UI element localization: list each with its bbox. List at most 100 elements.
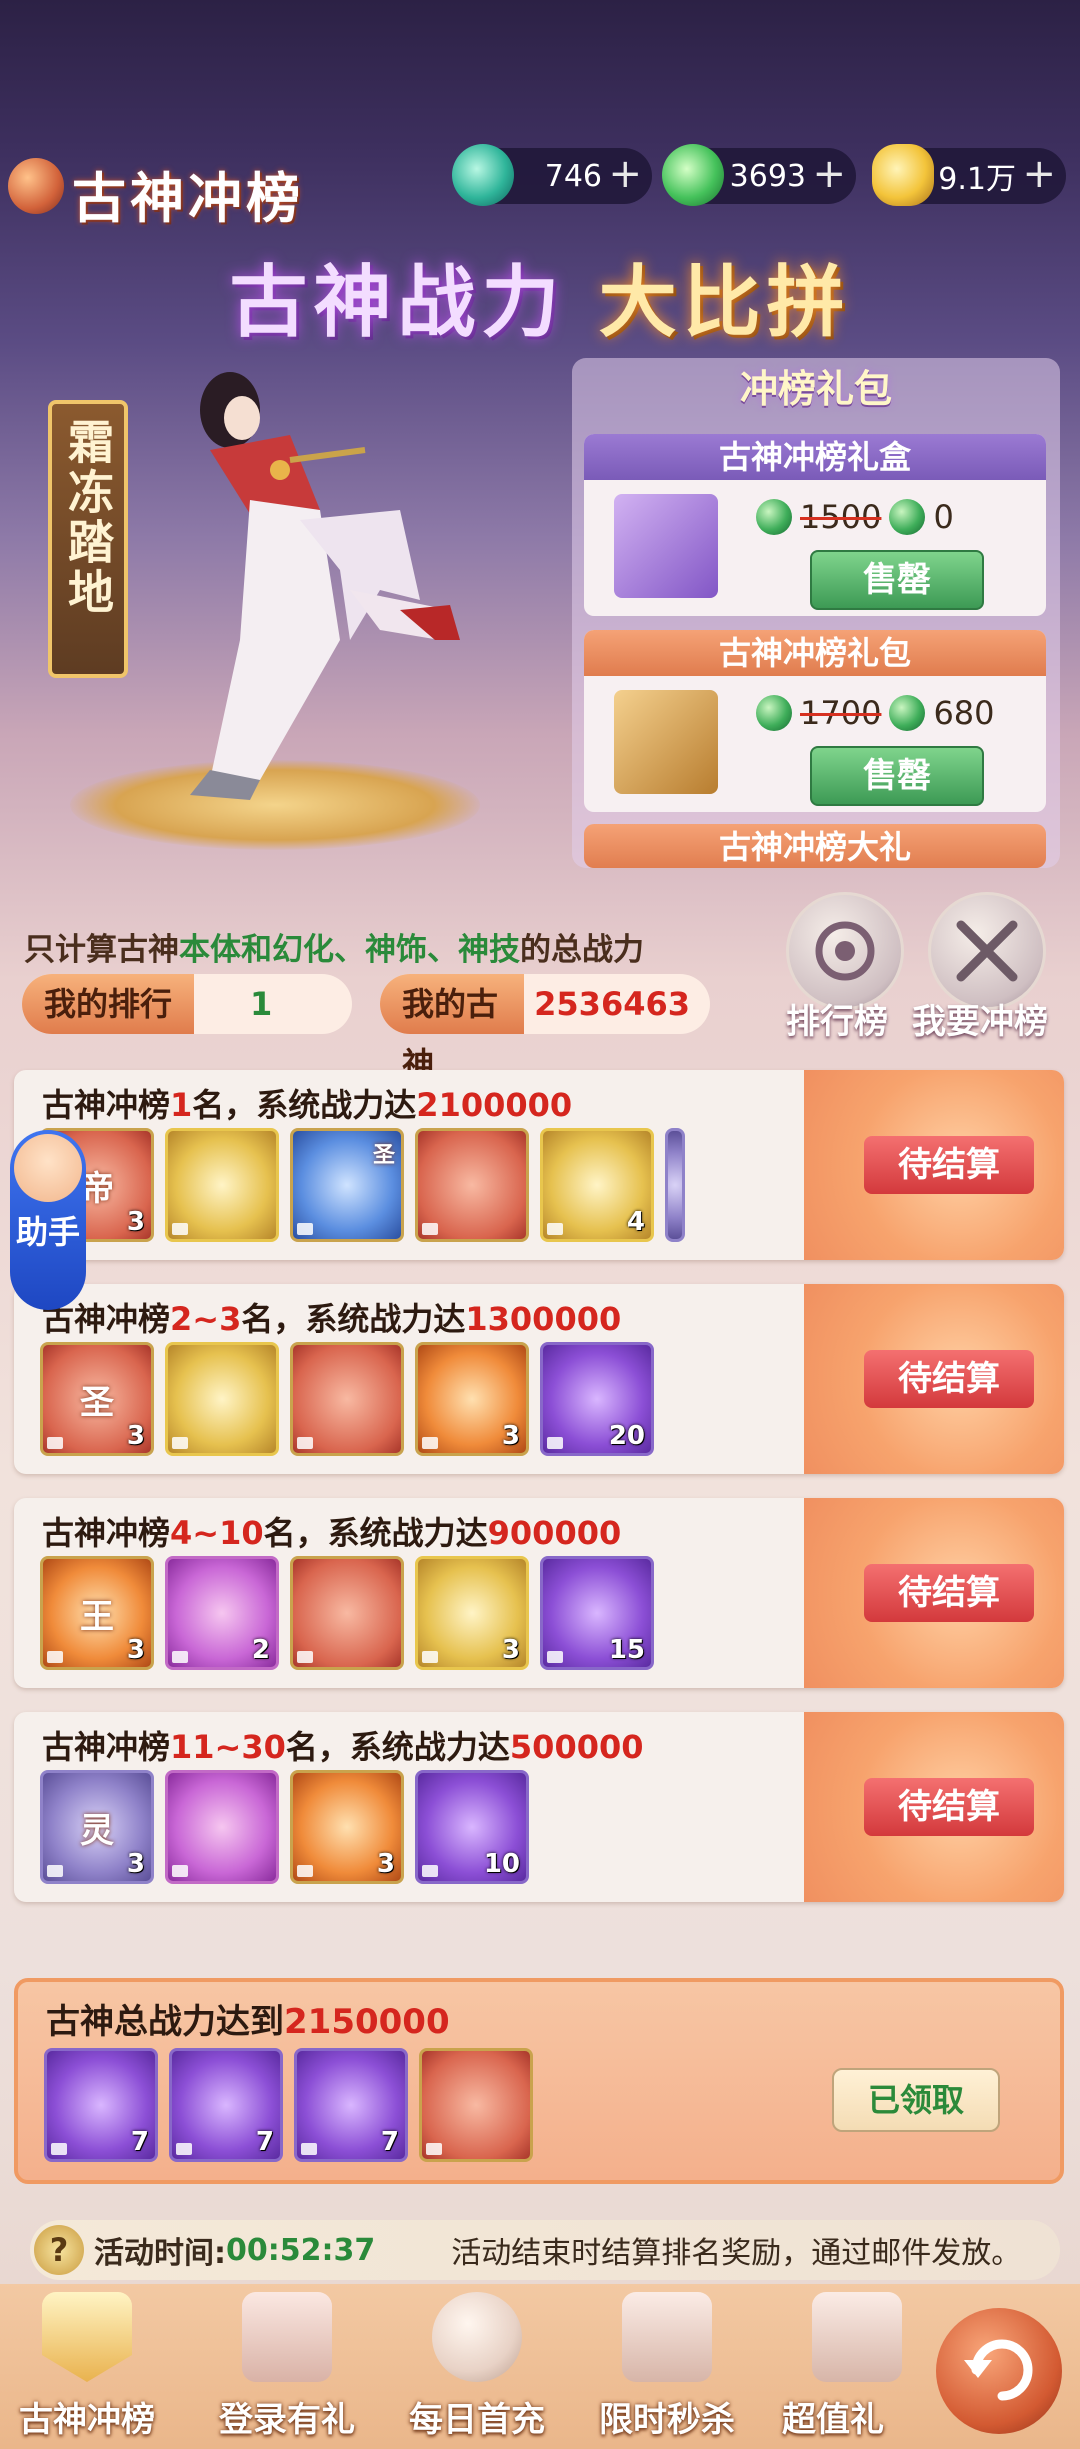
old-price: 1700 xyxy=(800,694,882,732)
rank-range: 2~3 xyxy=(170,1300,242,1338)
chest-icon xyxy=(622,2292,712,2382)
gift-box-icon xyxy=(614,494,718,598)
activity-logo: 古神冲榜 xyxy=(0,140,320,230)
reward-item[interactable] xyxy=(290,1342,404,1456)
rank-range: 1 xyxy=(170,1086,193,1124)
reward-items: 帝3 圣 4 xyxy=(40,1128,685,1242)
reward-item[interactable]: 灵3 xyxy=(40,1770,154,1884)
scroll-icon xyxy=(815,921,875,981)
gift-card[interactable]: 古神冲榜礼包 1700 680 售罄 xyxy=(584,630,1046,812)
pending-settlement-button[interactable]: 待结算 xyxy=(864,1778,1034,1836)
add-icon[interactable]: + xyxy=(812,154,846,194)
reward-item[interactable]: 3 xyxy=(290,1770,404,1884)
reward-item[interactable]: 7 xyxy=(169,2048,283,2162)
item-count: 15 xyxy=(608,1635,645,1665)
reward-items: 灵3 3 10 xyxy=(40,1770,529,1884)
green-jade-icon xyxy=(662,144,724,206)
item-count: 3 xyxy=(126,1849,145,1879)
rank-reward-card: 古神冲榜11~30名，系统战力达500000 灵3 3 10 待结算 xyxy=(14,1712,1064,1902)
go-rank-button[interactable] xyxy=(928,892,1046,1010)
nav-tab-value-gift[interactable]: 超值礼 xyxy=(762,2286,912,2446)
gift-panel-title: 冲榜礼包 xyxy=(739,367,892,411)
item-count: 3 xyxy=(126,1635,145,1665)
reward-item[interactable] xyxy=(165,1128,279,1242)
gift-price: 1500 0 xyxy=(756,498,954,536)
sold-out-button[interactable]: 售罄 xyxy=(810,746,984,806)
note-highlight: 本体和幻化、神饰、神技 xyxy=(179,932,520,968)
gift-card[interactable]: 古神冲榜大礼 xyxy=(584,824,1046,868)
pending-settlement-button[interactable]: 待结算 xyxy=(864,1350,1034,1408)
assistant-label: 助手 xyxy=(15,1213,80,1251)
rank-gift-panel: 冲榜礼包 古神冲榜礼盒 1500 0 售罄 古神冲榜礼包 1700 680 售罄… xyxy=(572,358,1060,868)
my-rank: 我的排行 1 xyxy=(22,974,352,1034)
currency-green-jade[interactable]: 3693 + xyxy=(662,144,856,206)
gift-name: 古神冲榜礼包 xyxy=(584,630,1046,676)
currency-gold[interactable]: 9.1万 + xyxy=(872,144,1066,206)
assistant-avatar-icon xyxy=(14,1134,82,1202)
reward-item[interactable]: 2 xyxy=(165,1556,279,1670)
gift-chest-icon xyxy=(614,690,718,794)
claimed-button[interactable]: 已领取 xyxy=(832,2068,1000,2132)
shield-icon xyxy=(42,2292,132,2382)
chest-icon xyxy=(812,2292,902,2382)
currency-jade[interactable]: 746 + xyxy=(452,144,652,206)
reward-item-partial[interactable] xyxy=(665,1128,685,1242)
power-requirement: 1300000 xyxy=(465,1300,622,1338)
back-button[interactable] xyxy=(936,2308,1062,2434)
current-price: 0 xyxy=(933,498,954,536)
reward-item[interactable] xyxy=(165,1342,279,1456)
go-rank-label[interactable]: 我要冲榜 xyxy=(912,994,1048,1043)
reward-item[interactable] xyxy=(415,1128,529,1242)
reward-item[interactable] xyxy=(165,1770,279,1884)
item-count: 2 xyxy=(251,1635,270,1665)
reward-item[interactable]: 7 xyxy=(294,2048,408,2162)
title-prefix: 古神冲榜 xyxy=(42,1514,171,1552)
nav-label: 限时秒杀 xyxy=(599,2400,735,2440)
event-headline: 古神战力 大比拼 xyxy=(0,240,1080,352)
reward-items: 圣3 3 20 xyxy=(40,1342,654,1456)
nav-tab-gushen-rank[interactable]: 古神冲榜 xyxy=(0,2286,182,2446)
currency-value: 9.1万 xyxy=(938,162,1016,197)
nav-tab-daily-recharge[interactable]: 每日首充 xyxy=(382,2286,572,2446)
item-count: 3 xyxy=(126,1207,145,1237)
my-god-label: 我的古神 xyxy=(380,974,525,1083)
title-prefix: 古神冲榜 xyxy=(42,1728,171,1766)
logo-orb-icon xyxy=(8,158,64,214)
nav-tab-flash-sale[interactable]: 限时秒杀 xyxy=(572,2286,762,2446)
reward-item[interactable] xyxy=(419,2048,533,2162)
green-jade-icon xyxy=(756,499,792,535)
pending-settlement-button[interactable]: 待结算 xyxy=(864,1136,1034,1194)
total-power-reward-card: 古神总战力达到2150000 7 7 7 已领取 xyxy=(14,1978,1064,2184)
gift-box-icon xyxy=(242,2292,332,2382)
reward-item[interactable]: 圣 xyxy=(290,1128,404,1242)
reward-item[interactable]: 圣3 xyxy=(40,1342,154,1456)
reward-item[interactable]: 3 xyxy=(415,1342,529,1456)
green-jade-icon xyxy=(889,499,926,535)
reward-item[interactable]: 4 xyxy=(540,1128,654,1242)
add-icon[interactable]: + xyxy=(608,154,642,194)
reward-item[interactable]: 10 xyxy=(415,1770,529,1884)
reward-item[interactable] xyxy=(290,1556,404,1670)
total-reward-title: 古神总战力达到2150000 xyxy=(46,1994,450,2043)
rank-reward-card: 古神冲榜4~10名，系统战力达900000 王3 2 3 15 待结算 xyxy=(14,1498,1064,1688)
item-count: 4 xyxy=(626,1207,645,1237)
power-requirement: 2100000 xyxy=(416,1086,573,1124)
rank-board-button[interactable] xyxy=(786,892,904,1010)
nav-tab-login-gift[interactable]: 登录有礼 xyxy=(192,2286,382,2446)
old-price: 1500 xyxy=(800,498,882,536)
rank-board-label[interactable]: 排行榜 xyxy=(786,994,888,1043)
pending-settlement-button[interactable]: 待结算 xyxy=(864,1564,1034,1622)
reward-item[interactable]: 7 xyxy=(44,2048,158,2162)
reward-item[interactable]: 20 xyxy=(540,1342,654,1456)
reward-item[interactable]: 15 xyxy=(540,1556,654,1670)
gift-name: 古神冲榜礼盒 xyxy=(584,434,1046,480)
rank-range: 4~10 xyxy=(170,1514,264,1552)
sold-out-button[interactable]: 售罄 xyxy=(810,550,984,610)
reward-item[interactable]: 王3 xyxy=(40,1556,154,1670)
reward-item[interactable]: 3 xyxy=(415,1556,529,1670)
gift-card[interactable]: 古神冲榜礼盒 1500 0 售罄 xyxy=(584,434,1046,616)
reward-items: 7 7 7 xyxy=(44,2048,533,2162)
assistant-button[interactable]: 助手 xyxy=(10,1130,86,1310)
add-icon[interactable]: + xyxy=(1022,154,1056,194)
help-question-icon[interactable]: ? xyxy=(34,2225,84,2275)
